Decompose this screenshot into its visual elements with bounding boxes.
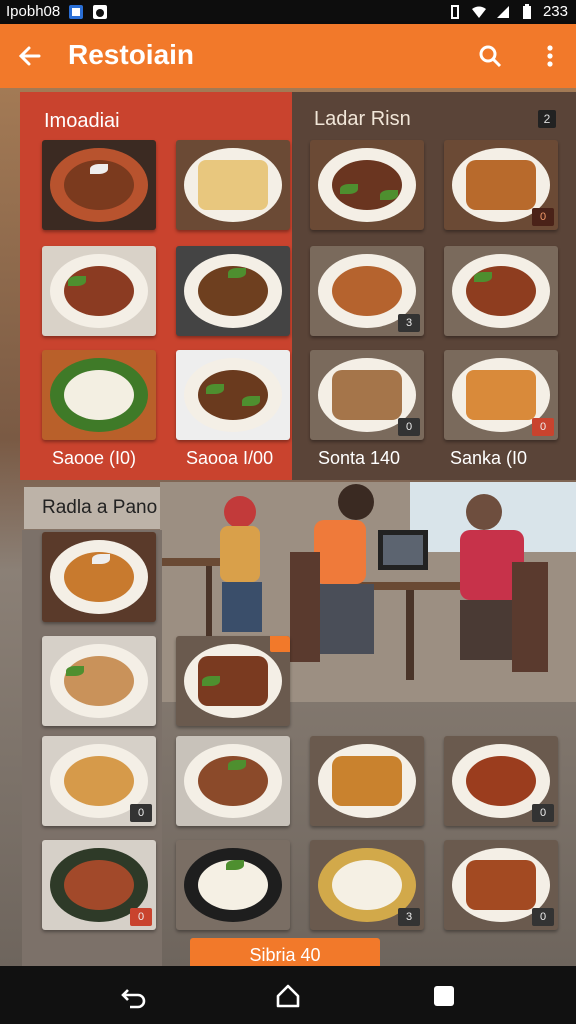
tile-badge: 0: [130, 804, 152, 822]
clock-label: 233: [542, 3, 568, 20]
vibrate-icon: [447, 4, 463, 20]
nav-recents-icon[interactable]: [428, 980, 460, 1012]
menu-item-tile[interactable]: 3: [310, 840, 424, 930]
tile-badge: 0: [130, 908, 152, 926]
back-arrow-icon[interactable]: [14, 40, 46, 72]
wifi-icon: [471, 4, 487, 20]
app-title: Restoiain: [68, 39, 195, 70]
menu-item-tile[interactable]: [176, 636, 290, 726]
tile-badge: 0: [532, 804, 554, 822]
status-bar: Ipobh08 233: [0, 0, 576, 24]
menu-item-tile[interactable]: [42, 636, 156, 726]
cat-notification-icon: [92, 4, 108, 20]
tile-badge: 0: [532, 418, 554, 436]
tile-badge: 0: [532, 208, 554, 226]
system-nav-bar: [0, 966, 576, 1024]
menu-item-tile[interactable]: [176, 246, 290, 336]
price-label: Saooe (I0): [52, 448, 137, 468]
menu-item-tile[interactable]: [310, 140, 424, 230]
menu-item-tile[interactable]: 0: [444, 140, 558, 230]
more-vert-icon[interactable]: [538, 40, 562, 72]
menu-item-tile[interactable]: [444, 246, 558, 336]
app-notification-icon: [68, 4, 84, 20]
signal-icon: [495, 4, 511, 20]
app-bar: Restoiain: [0, 24, 576, 88]
menu-item-tile[interactable]: [42, 532, 156, 622]
view-order-button[interactable]: Sibria 40: [190, 938, 380, 968]
menu-item-tile[interactable]: 0: [310, 350, 424, 440]
menu-item-tile[interactable]: 0: [42, 840, 156, 930]
section-title-bottom: Radla a Pano: [42, 497, 158, 518]
menu-item-tile[interactable]: [176, 840, 290, 930]
nav-back-icon[interactable]: [118, 980, 150, 1012]
nav-home-icon[interactable]: [272, 980, 304, 1012]
search-icon[interactable]: [474, 40, 506, 72]
menu-item-tile[interactable]: [42, 350, 156, 440]
price-label: Sanka (I0: [450, 448, 528, 468]
price-label: Saooa I/00: [186, 448, 274, 468]
tile-badge: 3: [398, 908, 420, 926]
menu-item-tile[interactable]: [176, 140, 290, 230]
menu-item-tile[interactable]: [42, 246, 156, 336]
menu-item-tile[interactable]: [310, 736, 424, 826]
tile-badge: [270, 636, 290, 652]
menu-item-tile[interactable]: 0: [444, 840, 558, 930]
tile-badge: 0: [532, 908, 554, 926]
tile-badge: 0: [398, 418, 420, 436]
section-count-badge: 2: [538, 110, 556, 128]
section-title-right: Ladar Risn: [314, 108, 411, 130]
menu-item-tile[interactable]: [42, 140, 156, 230]
menu-item-tile[interactable]: [176, 350, 290, 440]
menu-item-tile[interactable]: 0: [444, 736, 558, 826]
menu-item-tile[interactable]: 0: [42, 736, 156, 826]
menu-item-tile[interactable]: 3: [310, 246, 424, 336]
price-label: Sonta 140: [318, 448, 401, 468]
menu-item-tile[interactable]: 0: [444, 350, 558, 440]
tile-badge: 3: [398, 314, 420, 332]
section-header-bottom: Radla a Pano: [24, 487, 172, 529]
section-title-left: Imoadiai: [44, 110, 120, 132]
carrier-label: Ipobh08: [6, 3, 61, 20]
menu-item-tile[interactable]: [176, 736, 290, 826]
battery-icon: [519, 3, 535, 20]
